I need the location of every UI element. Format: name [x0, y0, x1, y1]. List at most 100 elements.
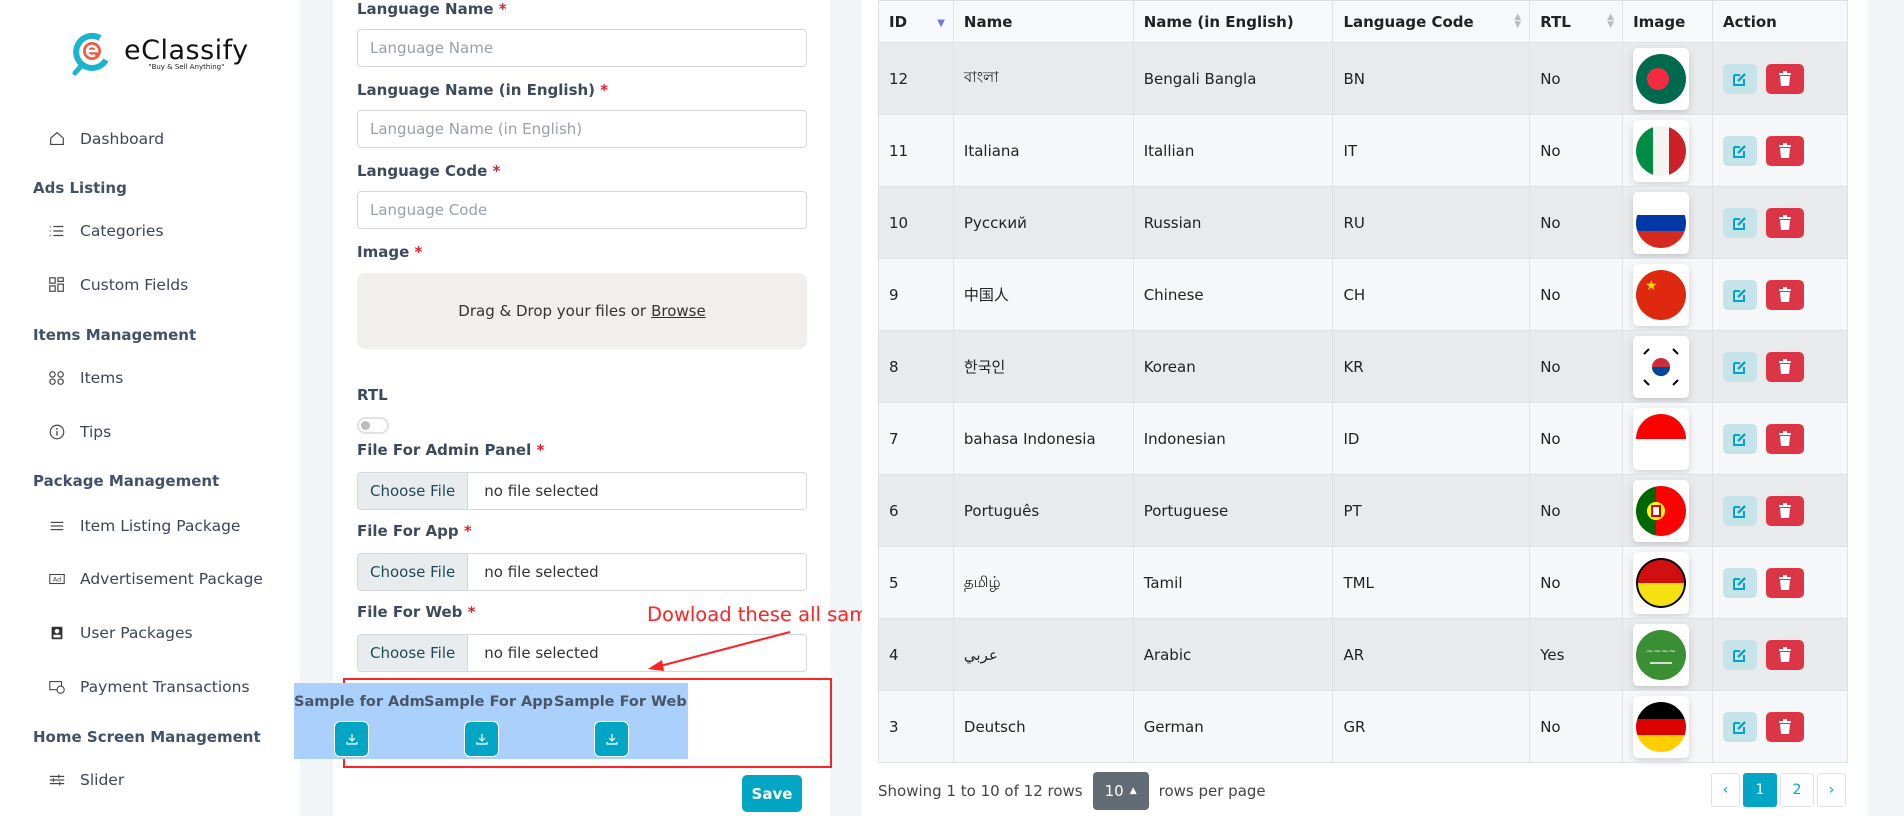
page-2-button[interactable]: 2 [1780, 773, 1814, 807]
cell-name: 中国人 [952, 258, 1134, 331]
ad-icon: Ad [49, 573, 65, 585]
column-header-name-in-english[interactable]: Name (in English) [1132, 0, 1334, 43]
cell-name-en: Itallian [1132, 114, 1334, 187]
rows-per-page-label: rows per page [1158, 782, 1266, 800]
cell-name-en: Bengali Bangla [1132, 42, 1334, 115]
cell-rtl: No [1529, 186, 1624, 259]
sidebar-item-categories[interactable]: Categories [48, 222, 164, 240]
sidebar-item-advertisement-package[interactable]: Ad Advertisement Package [48, 570, 263, 588]
column-header-id[interactable]: ID ▼ [878, 0, 954, 43]
edit-button[interactable] [1723, 567, 1758, 598]
language-name-input[interactable] [357, 29, 807, 67]
flag-image [1633, 695, 1690, 758]
header-label: RTL [1540, 12, 1571, 31]
delete-button[interactable] [1766, 639, 1805, 670]
delete-button[interactable] [1766, 279, 1805, 310]
cell-name: Русский [952, 186, 1134, 259]
svg-text:★: ★ [1645, 278, 1658, 294]
cell-code: KR [1332, 330, 1531, 403]
header-label: Language Code [1343, 12, 1474, 31]
sidebar-item-slider[interactable]: Slider [48, 771, 124, 789]
save-button[interactable]: Save [742, 775, 802, 812]
delete-button[interactable] [1766, 135, 1805, 166]
sidebar-item-item-listing-package[interactable]: Item Listing Package [48, 517, 240, 535]
flag-tamil-icon [1636, 557, 1687, 608]
edit-button[interactable] [1723, 711, 1758, 742]
delete-button[interactable] [1766, 207, 1805, 238]
rows-per-page-select[interactable]: 10 ▲ [1092, 772, 1149, 810]
edit-icon [1733, 216, 1746, 230]
sidebar-item-items[interactable]: Items [48, 369, 123, 387]
sidebar-item-custom-fields[interactable]: Custom Fields [48, 276, 188, 294]
cell-name-en: Chinese [1132, 258, 1334, 331]
sidebar-item-payment-transactions[interactable]: Payment Transactions [48, 678, 250, 696]
edit-button[interactable] [1723, 63, 1758, 94]
cell-name: বাংলা [952, 42, 1134, 115]
sidebar-item-label: Tips [80, 423, 112, 441]
image-dropzone[interactable]: Drag & Drop your files or Browse [357, 273, 807, 349]
flag-bangladesh-icon [1636, 53, 1687, 104]
delete-button[interactable] [1766, 351, 1805, 382]
delete-button[interactable] [1766, 423, 1805, 454]
sidebar: eClassify "Buy & Sell Anything" Dashboar… [0, 0, 300, 816]
sidebar-item-tips[interactable]: Tips [48, 423, 111, 441]
cell-code: AR [1332, 618, 1531, 691]
delete-button[interactable] [1766, 711, 1805, 742]
cell-rtl: No [1529, 114, 1624, 187]
cell-id: 6 [878, 474, 954, 547]
page-1-button[interactable]: 1 [1743, 773, 1777, 807]
column-header-rtl[interactable]: RTL ▲ ▼ [1529, 0, 1624, 43]
table-row: 5 தமிழ் Tamil TML No [878, 546, 1848, 619]
edit-button[interactable] [1723, 495, 1758, 526]
table-footer: Showing 1 to 10 of 12 rows 10 ▲ rows per … [878, 772, 1266, 810]
download-button[interactable] [334, 721, 369, 757]
flag-saudi-icon: ~~~~ [1636, 629, 1687, 680]
edit-button[interactable] [1723, 279, 1758, 310]
cell-name: عربي [952, 618, 1134, 691]
sample-label: Sample for Admin [294, 694, 441, 710]
sample-download-admin: Sample for Admin [294, 683, 440, 759]
edit-icon [1733, 288, 1746, 302]
download-button[interactable] [594, 721, 629, 757]
sidebar-item-user-packages[interactable]: User Packages [48, 624, 193, 642]
download-icon [475, 734, 488, 745]
file-status: no file selected [484, 644, 599, 662]
delete-button[interactable] [1766, 567, 1805, 598]
file-app-input[interactable]: Choose File no file selected [357, 553, 807, 591]
rtl-toggle[interactable] [357, 417, 389, 434]
edit-icon [1733, 72, 1746, 86]
header-label: Image [1633, 12, 1686, 31]
user-badge-icon [51, 626, 63, 640]
column-header-name[interactable]: Name [952, 0, 1134, 43]
sidebar-item-dashboard[interactable]: Dashboard [48, 130, 164, 148]
prev-page-button[interactable]: ‹ [1711, 773, 1740, 807]
sidebar-item-label: Advertisement Package [80, 570, 263, 588]
cell-action [1712, 186, 1848, 259]
browse-link[interactable]: Browse [651, 302, 706, 320]
edit-button[interactable] [1723, 351, 1758, 382]
choose-file-button[interactable]: Choose File [358, 473, 469, 509]
table-row: 9 中国人 Chinese CH No ★ [878, 258, 1848, 331]
language-name-en-input[interactable] [357, 110, 807, 148]
next-page-button[interactable]: › [1817, 773, 1846, 807]
column-header-language-code[interactable]: Language Code ▲ ▼ [1332, 0, 1531, 43]
download-button[interactable] [464, 721, 499, 757]
logo[interactable]: eClassify "Buy & Sell Anything" [70, 30, 249, 76]
sidebar-item-label: Custom Fields [80, 276, 189, 294]
choose-file-button[interactable]: Choose File [358, 554, 469, 590]
edit-button[interactable] [1723, 423, 1758, 454]
delete-button[interactable] [1766, 63, 1805, 94]
cell-action [1712, 114, 1848, 187]
file-admin-input[interactable]: Choose File no file selected [357, 472, 807, 510]
header-label: ID [889, 12, 908, 31]
edit-button[interactable] [1723, 207, 1758, 238]
edit-button[interactable] [1723, 639, 1758, 670]
choose-file-button[interactable]: Choose File [358, 635, 469, 671]
flag-portugal-icon [1636, 485, 1687, 536]
delete-button[interactable] [1766, 495, 1805, 526]
edit-button[interactable] [1723, 135, 1758, 166]
file-web-input[interactable]: Choose File no file selected [357, 634, 807, 672]
edit-icon [1733, 432, 1746, 446]
language-code-input[interactable] [357, 191, 807, 229]
sidebar-item-label: Payment Transactions [80, 678, 250, 696]
